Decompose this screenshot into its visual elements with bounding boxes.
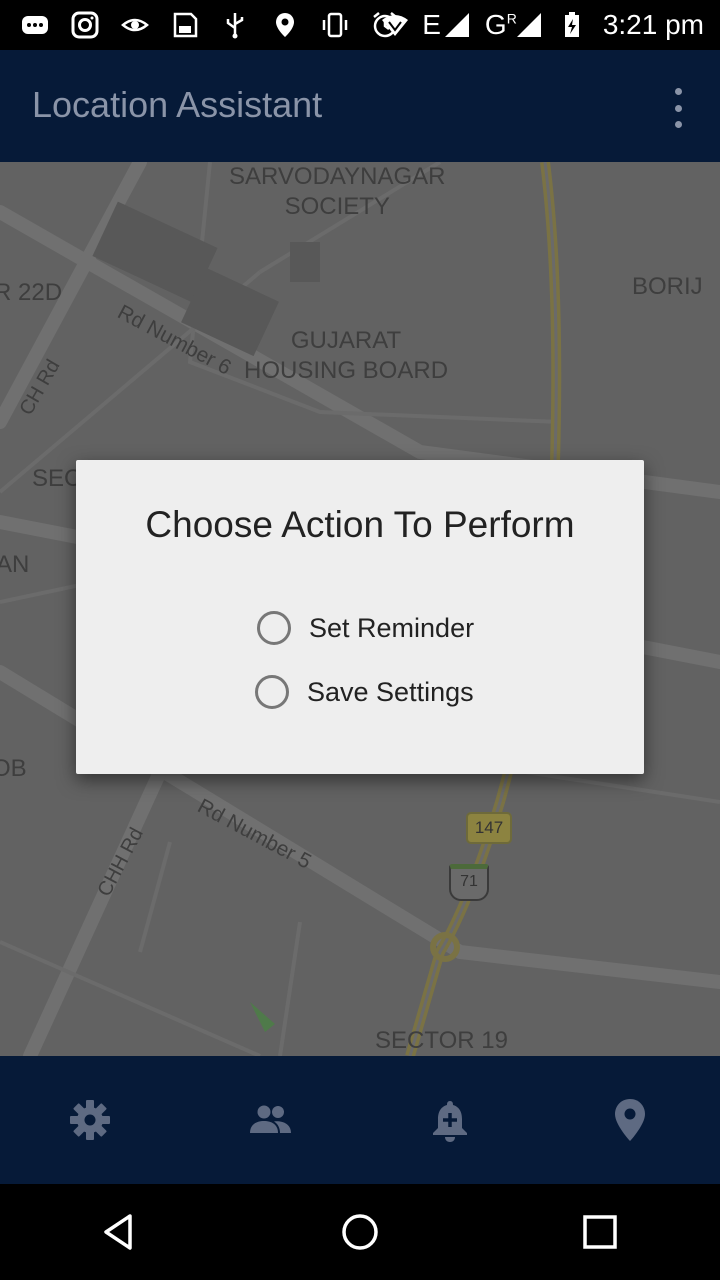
map-label-gujarat-housing-board: GUJARAT HOUSING BOARD: [244, 327, 449, 384]
recents-button[interactable]: [570, 1202, 630, 1262]
status-bar: E GR 3:21 pm: [0, 0, 720, 50]
map-label-r22d: R 22D: [0, 279, 63, 306]
app-title: Location Assistant: [32, 84, 323, 125]
nav-settings[interactable]: [0, 1056, 180, 1184]
overflow-menu-icon[interactable]: [670, 88, 686, 128]
people-icon: [250, 1105, 291, 1133]
route-shield-71: 71: [449, 864, 489, 901]
nav-people[interactable]: [180, 1056, 360, 1184]
option-label: Set Reminder: [309, 612, 475, 643]
map-label-an: AN: [0, 551, 30, 578]
location-pin-icon: [615, 1099, 645, 1141]
eye-icon: [120, 10, 150, 40]
system-nav-bar: [0, 1184, 720, 1280]
usb-icon: [220, 10, 250, 40]
radio-save-settings[interactable]: [255, 675, 289, 709]
dialog-title: Choose Action To Perform: [145, 504, 575, 545]
app-bar: Location Assistant: [0, 50, 720, 162]
instagram-icon: [70, 10, 100, 40]
nav-location[interactable]: [540, 1056, 720, 1184]
recents-square-icon: [583, 1215, 617, 1249]
map-label-sarvodaynagar: SARVODAYNAGAR SOCIETY: [229, 163, 446, 220]
bottom-nav: [0, 1056, 720, 1184]
option-set-reminder[interactable]: Set Reminder: [256, 611, 474, 645]
route-shield-147: 147: [466, 812, 512, 844]
vibrate-icon: [320, 10, 350, 40]
map-label-ob: OB: [0, 755, 27, 782]
home-button[interactable]: [330, 1202, 390, 1262]
action-dialog: Choose Action To Perform Set Reminder Sa…: [76, 460, 644, 774]
radio-set-reminder[interactable]: [257, 611, 291, 645]
save-icon: [170, 10, 200, 40]
map-label-borij: BORIJ: [632, 273, 703, 300]
location-icon: [270, 10, 300, 40]
signal-icon: [443, 10, 473, 40]
back-triangle-icon: [104, 1214, 132, 1250]
option-save-settings[interactable]: Save Settings: [255, 675, 474, 709]
back-button[interactable]: [90, 1202, 150, 1262]
option-label: Save Settings: [307, 676, 474, 707]
wifi-icon: [380, 10, 410, 40]
signal-icon-2: [515, 10, 545, 40]
settings-icon: [70, 1100, 110, 1140]
message-icon: [20, 10, 50, 40]
add-alarm-icon: [433, 1101, 467, 1142]
home-circle-icon: [342, 1214, 378, 1250]
map-label-sector-19: SECTOR 19: [375, 1027, 508, 1054]
network-type-e: E: [422, 9, 441, 40]
clock: 3:21 pm: [602, 9, 704, 40]
map-label-sec: SEC: [32, 465, 82, 492]
battery-charging-icon: [557, 10, 587, 40]
network-type-g: GR: [484, 9, 517, 40]
nav-add-reminder[interactable]: [360, 1056, 540, 1184]
